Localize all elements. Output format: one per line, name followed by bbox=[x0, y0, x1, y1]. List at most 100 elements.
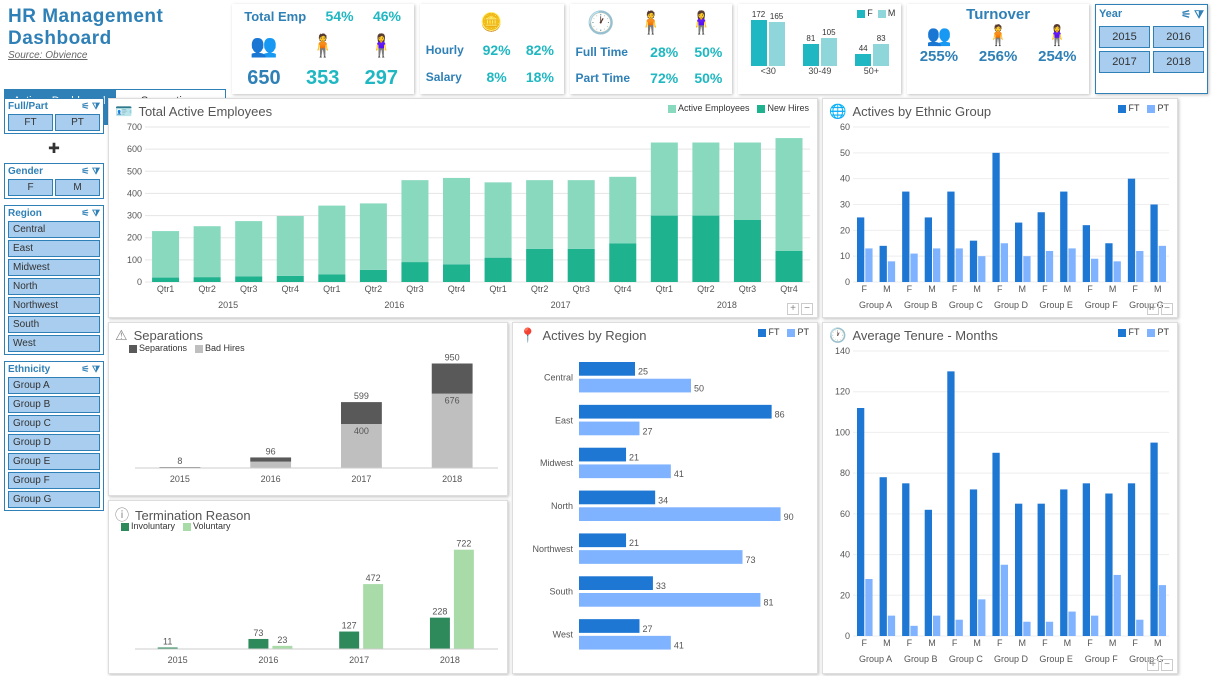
svg-text:South: South bbox=[549, 587, 573, 597]
svg-text:140: 140 bbox=[835, 346, 850, 356]
svg-text:0: 0 bbox=[845, 277, 850, 287]
svg-text:500: 500 bbox=[127, 166, 142, 176]
svg-text:40: 40 bbox=[840, 174, 850, 184]
svg-text:Qtr3: Qtr3 bbox=[739, 284, 757, 294]
svg-text:50: 50 bbox=[694, 383, 704, 393]
filter-icon[interactable]: ⚟ ⧩ bbox=[81, 364, 100, 375]
svg-text:86: 86 bbox=[775, 410, 785, 420]
clock-icon: 🕐 bbox=[829, 327, 846, 344]
svg-text:Qtr2: Qtr2 bbox=[198, 284, 216, 294]
svg-text:2017: 2017 bbox=[349, 655, 369, 665]
svg-text:F: F bbox=[952, 638, 958, 648]
svg-text:Qtr4: Qtr4 bbox=[448, 284, 466, 294]
svg-text:M: M bbox=[973, 638, 981, 648]
zoom-out[interactable]: − bbox=[801, 303, 813, 315]
slicer-ethnicity-opt-group-g[interactable]: Group G bbox=[8, 491, 100, 508]
sidebar: Full/Part⚟ ⧩ FTPT ✚ Gender⚟ ⧩ FM Region⚟… bbox=[4, 98, 104, 676]
zoom-in[interactable]: + bbox=[1147, 659, 1159, 671]
svg-text:Group B: Group B bbox=[904, 300, 938, 310]
svg-text:M: M bbox=[1154, 284, 1162, 294]
female-icon: 🧍‍♀️ bbox=[1045, 23, 1070, 48]
slicer-region-opt-west[interactable]: West bbox=[8, 335, 100, 352]
svg-text:60: 60 bbox=[840, 509, 850, 519]
year-opt-2018[interactable]: 2018 bbox=[1153, 51, 1204, 73]
svg-text:F: F bbox=[1087, 284, 1093, 294]
svg-text:73: 73 bbox=[253, 628, 263, 638]
zoom-in[interactable]: + bbox=[787, 303, 799, 315]
svg-text:M: M bbox=[1019, 284, 1027, 294]
slicer-region-opt-east[interactable]: East bbox=[8, 240, 100, 257]
svg-text:F: F bbox=[862, 284, 868, 294]
kpi-turnover: Turnover 👥🧍🧍‍♀️ 255%256%254% bbox=[907, 4, 1089, 94]
slicer-region-opt-central[interactable]: Central bbox=[8, 221, 100, 238]
slicer-gender-opt-m[interactable]: M bbox=[55, 179, 100, 196]
year-opt-2015[interactable]: 2015 bbox=[1099, 26, 1150, 48]
svg-text:30: 30 bbox=[840, 200, 850, 210]
slicer-ethnicity-opt-group-e[interactable]: Group E bbox=[8, 453, 100, 470]
svg-text:M: M bbox=[1109, 284, 1117, 294]
slicer-region-opt-northwest[interactable]: Northwest bbox=[8, 297, 100, 314]
svg-text:Qtr4: Qtr4 bbox=[780, 284, 798, 294]
svg-text:Qtr3: Qtr3 bbox=[240, 284, 258, 294]
svg-text:400: 400 bbox=[354, 426, 369, 436]
svg-text:120: 120 bbox=[835, 387, 850, 397]
svg-text:41: 41 bbox=[674, 641, 684, 651]
svg-text:81: 81 bbox=[763, 598, 773, 608]
svg-text:676: 676 bbox=[445, 396, 460, 406]
panel-ethnic: 🌐Actives by Ethnic Group FTPT 0102030405… bbox=[822, 98, 1178, 318]
svg-text:41: 41 bbox=[674, 469, 684, 479]
svg-text:472: 472 bbox=[366, 573, 381, 583]
svg-text:2015: 2015 bbox=[170, 474, 190, 484]
slicer-region-opt-midwest[interactable]: Midwest bbox=[8, 259, 100, 276]
svg-text:F: F bbox=[862, 638, 868, 648]
filter-icon[interactable]: ⚟ ⧩ bbox=[81, 166, 100, 177]
svg-text:60: 60 bbox=[840, 122, 850, 132]
kpi-paytype: 🪙 Hourly 92% 82% Salary 8% 18% bbox=[420, 4, 564, 94]
svg-text:Qtr4: Qtr4 bbox=[282, 284, 300, 294]
male-icon: 🧍 bbox=[637, 12, 664, 34]
slicer-fullpart-opt-pt[interactable]: PT bbox=[55, 114, 100, 131]
panel-termination: ⓘTermination Reason InvoluntaryVoluntary… bbox=[108, 500, 508, 674]
svg-text:2017: 2017 bbox=[551, 300, 571, 310]
slicer-year: Year⚟ ⧩ 2015201620172018 bbox=[1095, 4, 1208, 94]
filter-icon[interactable]: ⚟ ⧩ bbox=[1181, 8, 1204, 22]
slicer-ethnicity-opt-group-c[interactable]: Group C bbox=[8, 415, 100, 432]
zoom-out[interactable]: − bbox=[1161, 659, 1173, 671]
svg-text:West: West bbox=[553, 630, 574, 640]
slicer-fullpart-opt-ft[interactable]: FT bbox=[8, 114, 53, 131]
year-opt-2017[interactable]: 2017 bbox=[1099, 51, 1150, 73]
svg-text:96: 96 bbox=[266, 446, 276, 456]
svg-text:Group A: Group A bbox=[859, 654, 892, 664]
svg-text:2016: 2016 bbox=[384, 300, 404, 310]
slicer-ethnicity-opt-group-b[interactable]: Group B bbox=[8, 396, 100, 413]
plus-icon[interactable]: ✚ bbox=[4, 140, 104, 157]
svg-text:10: 10 bbox=[840, 251, 850, 261]
slicer-fullpart: Full/Part⚟ ⧩ FTPT bbox=[4, 98, 104, 134]
svg-text:F: F bbox=[1042, 638, 1048, 648]
slicer-region-opt-north[interactable]: North bbox=[8, 278, 100, 295]
svg-text:Group D: Group D bbox=[994, 654, 1029, 664]
year-opt-2016[interactable]: 2016 bbox=[1153, 26, 1204, 48]
slicer-region-opt-south[interactable]: South bbox=[8, 316, 100, 333]
slicer-ethnicity-opt-group-a[interactable]: Group A bbox=[8, 377, 100, 394]
svg-text:F: F bbox=[1087, 638, 1093, 648]
zoom-out[interactable]: − bbox=[1161, 303, 1173, 315]
svg-text:M: M bbox=[883, 284, 891, 294]
filter-icon[interactable]: ⚟ ⧩ bbox=[81, 208, 100, 219]
panel-active-employees: 🪪Total Active Employees Active Employees… bbox=[108, 98, 818, 318]
svg-text:100: 100 bbox=[835, 427, 850, 437]
svg-text:8: 8 bbox=[177, 456, 182, 466]
slicer-ethnicity-opt-group-d[interactable]: Group D bbox=[8, 434, 100, 451]
panel-region: 📍Actives by Region FTPT Central2550East8… bbox=[512, 322, 818, 674]
svg-text:2015: 2015 bbox=[168, 655, 188, 665]
svg-text:599: 599 bbox=[354, 391, 369, 401]
svg-text:M: M bbox=[883, 638, 891, 648]
slicer-gender-opt-f[interactable]: F bbox=[8, 179, 53, 196]
svg-text:Group E: Group E bbox=[1039, 654, 1073, 664]
zoom-in[interactable]: + bbox=[1147, 303, 1159, 315]
svg-text:40: 40 bbox=[840, 550, 850, 560]
filter-icon[interactable]: ⚟ ⧩ bbox=[81, 101, 100, 112]
source-link[interactable]: Source: Obvience bbox=[8, 50, 226, 61]
svg-text:Central: Central bbox=[544, 372, 573, 382]
slicer-ethnicity-opt-group-f[interactable]: Group F bbox=[8, 472, 100, 489]
